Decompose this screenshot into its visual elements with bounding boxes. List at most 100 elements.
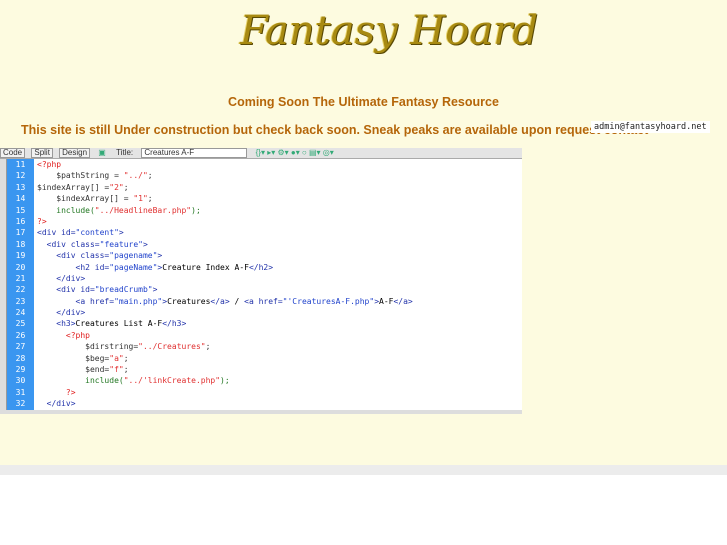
code-token: $indexArray[] = — [37, 194, 134, 204]
code-token: "'CreaturesA-F.php" — [282, 296, 375, 306]
code-token: $dirstring= — [37, 342, 139, 352]
line-number: 16 — [15, 216, 26, 226]
line-number: 30 — [15, 376, 26, 386]
title-label: Title: — [116, 148, 134, 157]
editor-side-toolbar — [0, 159, 7, 414]
editor-bottom-edge — [0, 410, 522, 414]
code-token: "../Creatures" — [138, 342, 206, 352]
code-line: 17 <div id="content"> — [7, 227, 522, 238]
line-number: 21 — [15, 273, 26, 283]
live-view-icon: ▣ — [98, 148, 106, 157]
code-token: Creatures List A-F — [75, 319, 163, 329]
line-code: $dirstring="../Creatures"; — [34, 341, 210, 352]
code-token: "../'linkCreate.php" — [123, 376, 221, 386]
code-token: > — [152, 285, 158, 295]
code-token: "f" — [109, 365, 124, 375]
headline: Coming Soon The Ultimate Fantasy Resourc… — [228, 95, 499, 109]
line-code: ?> — [34, 216, 47, 227]
code-token: "main.php" — [114, 296, 163, 306]
line-code: </div> — [34, 273, 85, 284]
contact-email: admin@fantasyhoard.net — [591, 121, 710, 133]
code-line: 31 ?> — [7, 387, 522, 398]
code-token: <h2 id= — [37, 262, 110, 272]
code-line: 22 <div id="breadCrumb"> — [7, 284, 522, 295]
code-token: <h3> — [37, 319, 76, 329]
line-code: $end="f"; — [34, 364, 129, 375]
code-line: 12 $pathString = "../"; — [7, 170, 522, 181]
code-line: 21 </div> — [7, 273, 522, 284]
code-token: ?> — [37, 216, 47, 226]
code-token: "content" — [75, 228, 119, 238]
split-view-button: Split — [31, 148, 53, 158]
line-number: 29 — [15, 365, 26, 375]
code-token: ; — [123, 365, 129, 375]
code-token: <?php — [37, 330, 90, 340]
editor-toolbar: Code Split Design ▣ Title: Creatures A-F… — [0, 148, 522, 159]
code-token: Creatures — [167, 296, 211, 306]
code-token: $pathString = — [37, 171, 124, 181]
code-lines: 11 <?php 12 $pathString = "../"; 13 $indexAr… — [7, 159, 522, 410]
code-line: 13 $indexArray[] ="2"; — [7, 182, 522, 193]
line-number: 15 — [15, 205, 26, 215]
code-token: </div> — [37, 308, 86, 318]
code-token: </a> — [210, 296, 230, 306]
line-code: $beg="a"; — [34, 353, 129, 364]
line-code: </div> — [34, 307, 85, 318]
code-token: include( — [37, 205, 95, 215]
line-code: <h3>Creatures List A-F</h3> — [34, 318, 186, 329]
toolbar-icons: {}▾ ▸▾ ⚙▾ ●▾ ○ ▤▾ ◎▾ — [255, 148, 334, 157]
code-line: 29 $end="f"; — [7, 364, 522, 375]
line-code: $indexArray[] ="2"; — [34, 182, 129, 193]
line-number: 27 — [15, 342, 26, 352]
code-line: 28 $beg="a"; — [7, 353, 522, 364]
line-number: 23 — [15, 296, 26, 306]
code-line: 19 <div class="pagename"> — [7, 250, 522, 261]
line-code: include("../HeadlineBar.php"); — [34, 205, 201, 216]
code-token: </div> — [37, 273, 86, 283]
footer-band — [0, 465, 727, 475]
line-code: <h2 id="pageName">Creature Index A-F</h2… — [34, 262, 274, 273]
line-number: 11 — [15, 160, 26, 169]
line-code: <div class="pagename"> — [34, 250, 162, 261]
code-token: ; — [205, 342, 211, 352]
code-line: 25 <h3>Creatures List A-F</h3> — [7, 318, 522, 329]
line-code: <div id="breadCrumb"> — [34, 284, 157, 295]
code-line: 30 include("../'linkCreate.php"); — [7, 375, 522, 386]
code-line: 23 <a href="main.php">Creatures</a> / <a… — [7, 296, 522, 307]
line-number: 22 — [15, 285, 26, 295]
line-number: 13 — [15, 182, 26, 192]
code-line: 14 $indexArray[] = "1"; — [7, 193, 522, 204]
code-token: </h3> — [162, 319, 187, 329]
code-token: <div id= — [37, 228, 76, 238]
code-token: "feature" — [99, 239, 143, 249]
code-token: <div id= — [37, 285, 95, 295]
code-token: ); — [220, 376, 230, 386]
code-line: 16 ?> — [7, 216, 522, 227]
code-line: 32 </div> — [7, 398, 522, 409]
line-number: 19 — [15, 251, 26, 261]
title-field: Creatures A-F — [141, 148, 248, 158]
site-logo: Fantasy Hoard — [240, 8, 538, 54]
line-code: <a href="main.php">Creatures</a> / <a hr… — [34, 296, 413, 307]
page-background: Fantasy Hoard Coming Soon The Ultimate F… — [0, 0, 727, 465]
line-number: 24 — [15, 308, 26, 318]
code-token: "pageName" — [109, 262, 158, 272]
code-token: ; — [123, 353, 129, 363]
code-token: > — [118, 228, 124, 238]
code-token: </div> — [37, 399, 76, 409]
code-token: $indexArray[] = — [37, 182, 110, 192]
line-code: include("../'linkCreate.php"); — [34, 375, 230, 386]
code-token: <div class= — [37, 251, 110, 261]
code-token: ?> — [37, 387, 76, 397]
code-line: 26 <?php — [7, 330, 522, 341]
line-code: <?php — [34, 330, 90, 341]
line-number: 31 — [15, 387, 26, 397]
line-code: $pathString = "../"; — [34, 170, 153, 181]
line-code: <div class="feature"> — [34, 239, 148, 250]
code-token: "pagename" — [109, 251, 158, 261]
line-number: 18 — [15, 239, 26, 249]
line-number: 12 — [15, 171, 26, 181]
code-line: 24 </div> — [7, 307, 522, 318]
code-token: ; — [147, 171, 153, 181]
code-token: "a" — [109, 353, 124, 363]
